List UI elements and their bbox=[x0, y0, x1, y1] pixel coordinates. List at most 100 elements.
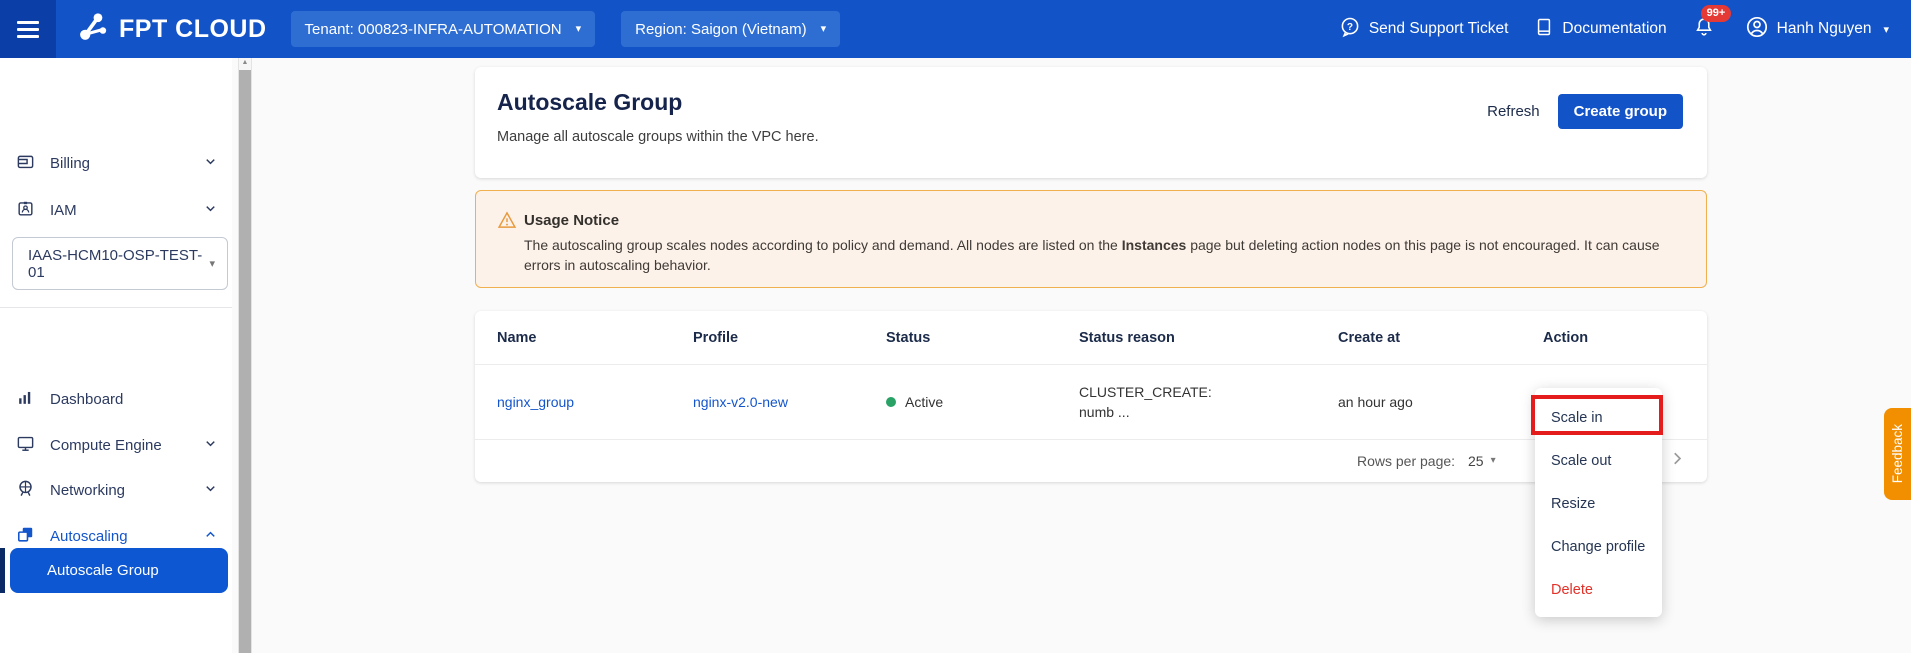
autoscaling-squares-icon bbox=[16, 525, 35, 548]
user-menu[interactable]: Hanh Nguyen ▾ bbox=[1745, 15, 1889, 44]
header-actions: Refresh Create group bbox=[1487, 94, 1683, 129]
send-support-ticket-label: Send Support Ticket bbox=[1369, 20, 1509, 38]
rows-per-page-value: 25 bbox=[1468, 453, 1484, 469]
menu-item-change-profile[interactable]: Change profile bbox=[1535, 525, 1662, 568]
usage-notice-banner: Usage Notice The autoscaling group scale… bbox=[475, 190, 1707, 288]
notification-badge: 99+ bbox=[1701, 5, 1732, 22]
bar-chart-icon bbox=[16, 388, 35, 411]
status-cell: Active bbox=[886, 394, 943, 410]
status-reason-line2: numb ... bbox=[1079, 402, 1212, 422]
rows-per-page-label: Rows per page: bbox=[1357, 453, 1455, 469]
status-dot-icon bbox=[886, 397, 896, 407]
notifications-button[interactable]: 99+ bbox=[1693, 16, 1715, 43]
sidebar-item-label: Networking bbox=[50, 482, 125, 499]
status-reason-line1: CLUSTER_CREATE: bbox=[1079, 382, 1212, 402]
next-page-button[interactable] bbox=[1668, 449, 1686, 472]
create-group-button[interactable]: Create group bbox=[1558, 94, 1683, 129]
vpc-selector-value: IAAS-HCM10-OSP-TEST-01 bbox=[28, 247, 209, 281]
sidebar-item-label: Billing bbox=[50, 155, 90, 172]
column-header-status-reason: Status reason bbox=[1079, 311, 1175, 365]
selected-item-indicator bbox=[0, 548, 5, 593]
sidebar-item-label: IAM bbox=[50, 202, 77, 219]
avatar-icon bbox=[1745, 15, 1769, 44]
autoscale-group-table-card: Name Profile Status Status reason Create… bbox=[475, 311, 1707, 482]
column-header-create-at: Create at bbox=[1338, 311, 1400, 365]
column-header-name: Name bbox=[497, 311, 537, 365]
wallet-icon bbox=[16, 152, 35, 175]
warning-triangle-icon bbox=[497, 210, 517, 235]
action-context-menu: Scale in Scale out Resize Change profile… bbox=[1535, 388, 1662, 617]
menu-item-scale-in[interactable]: Scale in bbox=[1535, 396, 1662, 439]
user-name: Hanh Nguyen bbox=[1777, 20, 1872, 38]
caret-down-icon: ▾ bbox=[1883, 23, 1889, 36]
feedback-tab[interactable]: Feedback bbox=[1884, 408, 1911, 500]
sidebar-subitem-label: Autoscale Group bbox=[47, 562, 159, 579]
bell-icon bbox=[1693, 25, 1715, 42]
support-chat-question-icon: ? bbox=[1339, 16, 1361, 43]
menu-item-resize[interactable]: Resize bbox=[1535, 482, 1662, 525]
menu-item-delete[interactable]: Delete bbox=[1535, 568, 1662, 611]
table-pagination: Rows per page: 25 ▾ bbox=[475, 440, 1707, 481]
feedback-label: Feedback bbox=[1890, 424, 1905, 483]
table-header-row: Name Profile Status Status reason Create… bbox=[475, 311, 1707, 365]
group-name-link[interactable]: nginx_group bbox=[497, 394, 574, 410]
rows-per-page-select[interactable]: 25 ▾ bbox=[1468, 453, 1496, 469]
documentation-link[interactable]: Documentation bbox=[1534, 17, 1666, 42]
brand-logo[interactable]: FPT CLOUD bbox=[76, 10, 267, 49]
chevron-down-icon bbox=[203, 201, 218, 220]
caret-down-icon: ▾ bbox=[1491, 455, 1496, 466]
profile-link[interactable]: nginx-v2.0-new bbox=[693, 394, 788, 410]
status-label: Active bbox=[905, 394, 943, 410]
column-header-action: Action bbox=[1543, 311, 1588, 365]
page-subtitle: Manage all autoscale groups within the V… bbox=[497, 129, 819, 145]
create-at-cell: an hour ago bbox=[1338, 394, 1413, 410]
svg-text:?: ? bbox=[1347, 21, 1353, 32]
chevron-down-icon bbox=[203, 436, 218, 455]
chevron-down-icon bbox=[203, 154, 218, 173]
caret-down-icon: ▾ bbox=[209, 257, 215, 270]
document-icon bbox=[1534, 17, 1554, 42]
column-header-profile: Profile bbox=[693, 311, 738, 365]
notice-body-text: The autoscaling group scales nodes accor… bbox=[524, 237, 1122, 253]
chevron-down-icon bbox=[203, 481, 218, 500]
caret-down-icon: ▾ bbox=[821, 24, 827, 35]
sidebar-item-networking[interactable]: Networking bbox=[0, 467, 232, 513]
refresh-button[interactable]: Refresh bbox=[1487, 103, 1540, 120]
chevron-up-icon bbox=[203, 527, 218, 546]
top-navbar: FPT CLOUD Tenant: 000823-INFRA-AUTOMATIO… bbox=[0, 0, 1911, 58]
status-reason-cell: CLUSTER_CREATE: numb ... bbox=[1079, 382, 1212, 422]
notice-body-bold: Instances bbox=[1122, 237, 1187, 253]
caret-down-icon: ▾ bbox=[576, 24, 582, 35]
sidebar-item-iam[interactable]: IAM bbox=[0, 187, 232, 233]
page-title: Autoscale Group bbox=[497, 89, 682, 116]
menu-item-scale-out[interactable]: Scale out bbox=[1535, 439, 1662, 482]
page-header-card: Autoscale Group Manage all autoscale gro… bbox=[475, 67, 1707, 178]
column-header-status: Status bbox=[886, 311, 930, 365]
sidebar-item-autoscale-group[interactable]: Autoscale Group bbox=[10, 548, 228, 593]
tenant-selector[interactable]: Tenant: 000823-INFRA-AUTOMATION ▾ bbox=[291, 11, 596, 47]
globe-network-icon bbox=[16, 479, 35, 502]
sidebar-item-billing[interactable]: Billing bbox=[0, 140, 232, 186]
sidebar-item-dashboard[interactable]: Dashboard bbox=[0, 376, 232, 422]
sidebar-item-label: Dashboard bbox=[50, 391, 123, 408]
notice-title: Usage Notice bbox=[524, 212, 619, 229]
sidebar-divider bbox=[0, 307, 232, 308]
monitor-icon bbox=[16, 434, 35, 457]
app-root: FPT CLOUD Tenant: 000823-INFRA-AUTOMATIO… bbox=[0, 0, 1911, 653]
brand-text: FPT CLOUD bbox=[119, 15, 267, 44]
scrollbar-thumb[interactable] bbox=[239, 70, 251, 653]
hamburger-menu-icon[interactable] bbox=[0, 0, 56, 58]
fpt-network-logo-icon bbox=[76, 10, 110, 49]
documentation-label: Documentation bbox=[1562, 20, 1666, 38]
id-badge-icon bbox=[16, 199, 35, 222]
table-row: nginx_group nginx-v2.0-new Active CLUSTE… bbox=[475, 365, 1707, 440]
send-support-ticket-link[interactable]: ? Send Support Ticket bbox=[1339, 16, 1509, 43]
sidebar: Billing IAM bbox=[0, 58, 232, 653]
region-selector-label: Region: Saigon (Vietnam) bbox=[635, 21, 807, 38]
sidebar-item-compute-engine[interactable]: Compute Engine bbox=[0, 422, 232, 468]
sidebar-scrollbar[interactable]: ▲ bbox=[238, 58, 252, 653]
scrollbar-up-arrow-icon[interactable]: ▲ bbox=[239, 59, 251, 66]
region-selector[interactable]: Region: Saigon (Vietnam) ▾ bbox=[621, 11, 840, 47]
vpc-selector[interactable]: IAAS-HCM10-OSP-TEST-01 ▾ bbox=[12, 237, 228, 290]
tenant-selector-label: Tenant: 000823-INFRA-AUTOMATION bbox=[305, 21, 562, 38]
